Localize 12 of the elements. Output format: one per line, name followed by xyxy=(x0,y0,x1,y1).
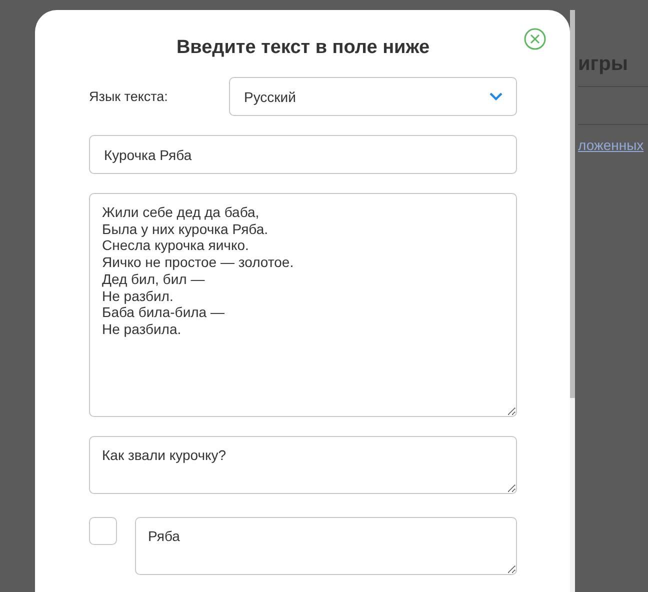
field-label: Язык текста: xyxy=(89,89,169,104)
checkbox[interactable] xyxy=(89,517,117,545)
question-field[interactable]: Как звали курочку? xyxy=(89,436,517,494)
title-field[interactable]: Курочка Ряба xyxy=(89,135,517,174)
text-field[interactable]: Жили себе дед да баба, Была у них курочка Ряба. Снесла курочка яичко. Яичко не простое — золотое. Дед бил, бил — Не разбил. Баба била-била — Не разбила. xyxy=(89,193,517,417)
chevron-down-icon xyxy=(489,92,503,101)
dialog-title: Введите текст в поле ниже xyxy=(176,36,430,60)
scrollbar-thumb[interactable] xyxy=(570,10,575,398)
close-button[interactable] xyxy=(524,28,546,50)
scrollbar[interactable] xyxy=(570,10,575,592)
language-select[interactable]: Русский xyxy=(229,77,517,116)
answer-field[interactable]: Ряба xyxy=(135,517,517,575)
